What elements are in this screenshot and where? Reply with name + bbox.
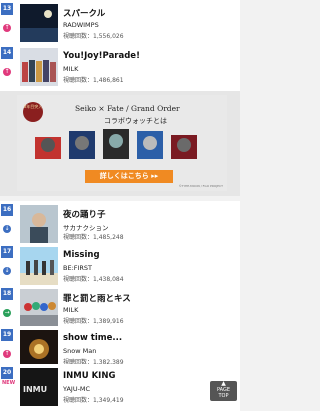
artist-name: MILK xyxy=(63,306,79,314)
trend-same-icon: → xyxy=(3,309,11,317)
song-title[interactable]: 罪と罰と雨とキス xyxy=(63,292,131,304)
song-title[interactable]: INMU KING xyxy=(63,371,115,381)
video-thumbnail[interactable] xyxy=(20,4,58,42)
chart-row-18[interactable]: 18 → 罪と罰と雨とキス MILK 視聴回数：1,389,916 xyxy=(0,285,240,332)
page-top-label-2: TOP xyxy=(218,393,229,399)
trend-up-icon: ↑ xyxy=(3,68,11,76)
chart-row-13[interactable]: 13 ↑ スパークル RADWIMPS 視聴回数：1,556,026 xyxy=(0,0,240,47)
rank-number: 16 xyxy=(1,204,13,216)
rank-column: 13 ↑ xyxy=(0,0,14,47)
ad-banner[interactable]: 8年目突入 Seiko × Fate / Grand Order コラボウォッチ… xyxy=(0,91,240,196)
rank-number: 13 xyxy=(1,3,13,15)
chart-row-20[interactable]: 20 INMU INMU KING YAJU-MC 視聴回数：1,349,419 xyxy=(0,364,240,411)
anniversary-seal: 8年目突入 xyxy=(23,102,43,122)
song-title[interactable]: Missing xyxy=(63,250,100,260)
video-thumbnail[interactable] xyxy=(20,205,58,243)
rank-column: 16 ↓ xyxy=(0,201,14,248)
artist-name: サカナクション xyxy=(63,224,109,232)
view-count: 視聴回数：1,438,084 xyxy=(63,276,124,283)
ad-subtitle: コラボウォッチとは xyxy=(104,117,167,125)
trend-down-icon: ↓ xyxy=(3,267,11,275)
song-title[interactable]: show time... xyxy=(63,333,122,343)
ad-credit: ©TYPE-MOON / FGO PROJECT xyxy=(178,184,223,188)
song-title[interactable]: You!Joy!Parade! xyxy=(63,51,140,61)
rank-number: 17 xyxy=(1,246,13,258)
artist-name: RADWIMPS xyxy=(63,21,99,29)
trend-up-icon: ↑ xyxy=(3,24,11,32)
video-thumbnail[interactable]: INMU xyxy=(20,368,58,406)
rank-number: 18 xyxy=(1,288,13,300)
rank-number: 19 xyxy=(1,329,13,341)
video-thumbnail[interactable] xyxy=(20,289,58,327)
chart-row-17[interactable]: 17 ↓ Missing BE:FIRST 視聴回数：1,438,084 xyxy=(0,243,240,290)
song-title[interactable]: 夜の踊り子 xyxy=(63,208,106,220)
video-thumbnail[interactable] xyxy=(20,48,58,86)
rank-column: 18 → xyxy=(0,285,14,332)
artist-name: BE:FIRST xyxy=(63,264,93,272)
artist-name: MILK xyxy=(63,65,79,73)
ad-details-button[interactable]: 詳しくはこちら ▸▸ xyxy=(85,170,173,183)
svg-text:INMU: INMU xyxy=(23,385,47,394)
view-count: 視聴回数：1,556,026 xyxy=(63,33,124,40)
artist-name: YAJU-MC xyxy=(63,385,91,393)
new-badge: NEW xyxy=(2,380,16,386)
trend-up-icon: ↑ xyxy=(3,350,11,358)
song-title[interactable]: スパークル xyxy=(63,7,105,19)
page-top-button[interactable]: ▲ PAGE TOP xyxy=(210,381,237,401)
rank-column: 14 ↑ xyxy=(0,44,14,91)
view-count: 視聴回数：1,486,861 xyxy=(63,77,124,84)
ad-title: Seiko × Fate / Grand Order xyxy=(75,104,180,113)
trend-down-icon: ↓ xyxy=(3,225,11,233)
view-count: 視聴回数：1,485,248 xyxy=(63,234,124,241)
artist-name: Snow Man xyxy=(63,347,97,355)
ad-image[interactable]: 8年目突入 Seiko × Fate / Grand Order コラボウォッチ… xyxy=(17,95,227,191)
rank-column: 20 xyxy=(0,364,14,411)
chart-row-16[interactable]: 16 ↓ 夜の踊り子 サカナクション 視聴回数：1,485,248 xyxy=(0,201,240,248)
view-count: 視聴回数：1,389,916 xyxy=(63,318,124,325)
rank-column: 17 ↓ xyxy=(0,243,14,290)
rank-number: 14 xyxy=(1,47,13,59)
rank-number: 20 xyxy=(1,367,13,379)
chart-row-14[interactable]: 14 ↑ You!Joy!Parade! MILK 視聴回数：1,486,861 xyxy=(0,44,240,91)
video-thumbnail[interactable] xyxy=(20,330,58,368)
video-thumbnail[interactable] xyxy=(20,247,58,285)
